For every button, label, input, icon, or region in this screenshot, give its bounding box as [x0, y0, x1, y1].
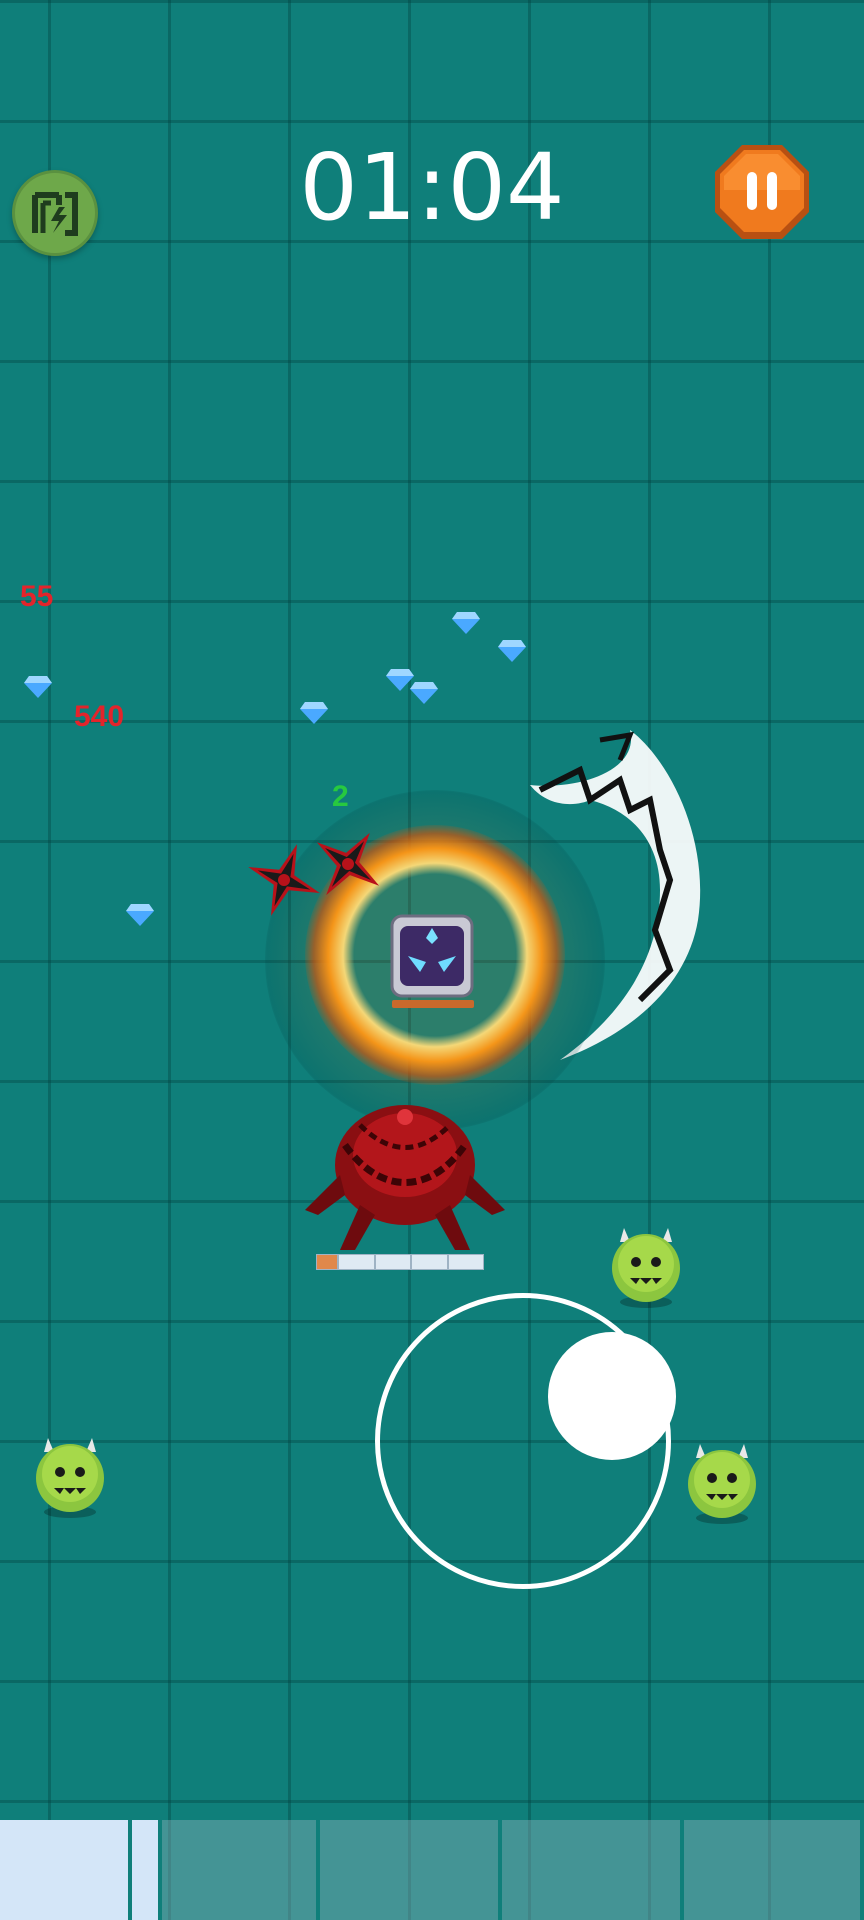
slime-enemy — [36, 1438, 104, 1518]
pause-icon — [715, 145, 809, 239]
slime-enemy — [688, 1444, 756, 1524]
player-health-bar — [392, 1000, 474, 1008]
xp-segment — [502, 1820, 680, 1920]
health-segment — [446, 1255, 484, 1269]
health-segment — [410, 1255, 447, 1269]
gem-icon — [126, 904, 154, 926]
health-segment — [373, 1255, 411, 1269]
lightning-door-icon — [32, 192, 78, 236]
gem-icon — [24, 676, 52, 698]
pause-button[interactable] — [712, 142, 812, 242]
boss-enemy — [305, 1105, 505, 1250]
game-timer: 01:04 — [299, 134, 565, 241]
xp-segment — [162, 1820, 316, 1920]
gem-icon — [452, 612, 480, 634]
damage-number: 55 — [20, 580, 54, 613]
gem-icon — [498, 640, 526, 662]
heal-number: 2 — [332, 780, 349, 813]
gem-icon — [410, 682, 438, 704]
slime-enemy — [612, 1228, 680, 1308]
xp-segment — [132, 1820, 158, 1920]
xp-segment — [0, 1820, 128, 1920]
boss-health-bar — [316, 1254, 484, 1270]
boss-health-fill — [317, 1255, 337, 1269]
experience-bar — [0, 1820, 864, 1920]
damage-number: 540 — [74, 700, 125, 733]
player-character — [390, 914, 474, 998]
skill-button[interactable] — [12, 170, 98, 256]
shuriken-icon — [316, 832, 380, 896]
gem-icon — [300, 702, 328, 724]
joystick-knob[interactable] — [548, 1332, 676, 1460]
xp-segment — [320, 1820, 498, 1920]
xp-segment — [684, 1820, 860, 1920]
health-segment — [337, 1255, 374, 1269]
